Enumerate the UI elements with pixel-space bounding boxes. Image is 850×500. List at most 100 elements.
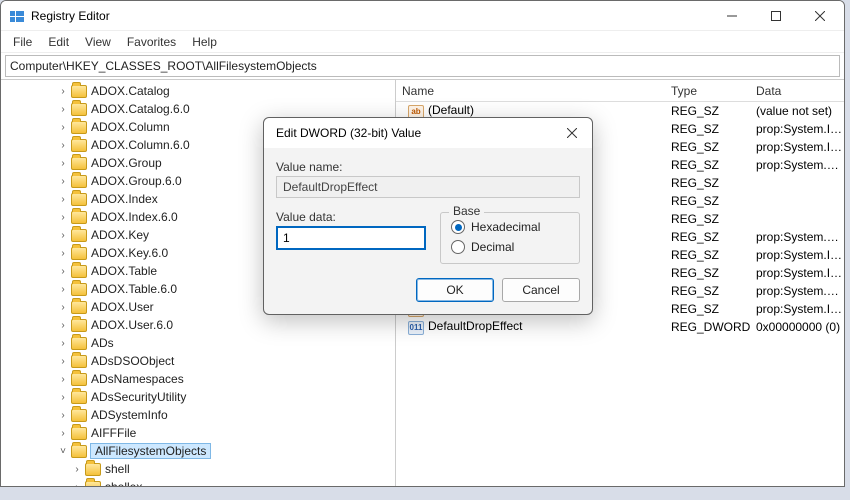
radio-decimal[interactable]: Decimal	[451, 237, 569, 257]
chevron-right-icon[interactable]: ›	[57, 139, 69, 151]
chevron-right-icon[interactable]: ›	[57, 265, 69, 277]
chevron-right-icon[interactable]: ›	[57, 427, 69, 439]
chevron-right-icon[interactable]: ›	[57, 355, 69, 367]
value-data: prop:System.Date...	[756, 230, 844, 244]
folder-icon	[71, 229, 87, 242]
tree-item[interactable]: › ADOX.Catalog	[1, 82, 395, 100]
tree-label: ADsDSOObject	[91, 354, 174, 368]
value-type: REG_SZ	[671, 104, 756, 118]
chevron-right-icon[interactable]: ›	[57, 283, 69, 295]
chevron-right-icon[interactable]: ›	[57, 319, 69, 331]
chevron-right-icon[interactable]: ›	[57, 229, 69, 241]
value-name: (Default)	[428, 103, 474, 117]
menu-favorites[interactable]: Favorites	[119, 33, 184, 51]
tree-item[interactable]: ›AIFFFile	[1, 424, 395, 442]
minimize-button[interactable]	[710, 1, 754, 31]
menu-file[interactable]: File	[5, 33, 40, 51]
value-name-label: Value name:	[276, 160, 580, 174]
chevron-right-icon[interactable]: ›	[57, 103, 69, 115]
folder-icon	[71, 301, 87, 314]
tree-label: ADOX.Column.6.0	[91, 138, 190, 152]
value-type: REG_DWORD	[671, 320, 756, 334]
chevron-right-icon[interactable]: ›	[57, 373, 69, 385]
value-data: prop:System.Item...	[756, 302, 844, 316]
chevron-down-icon[interactable]: ˅	[57, 445, 69, 457]
list-row[interactable]: 011 DefaultDropEffect REG_DWORD0x00000000 …	[396, 318, 844, 336]
menu-view[interactable]: View	[77, 33, 119, 51]
chevron-right-icon[interactable]: ›	[57, 391, 69, 403]
tree-item[interactable]: › ADs	[1, 334, 395, 352]
folder-icon	[85, 463, 101, 476]
address-bar[interactable]: Computer\HKEY_CLASSES_ROOT\AllFilesystem…	[5, 55, 840, 77]
value-data: prop:System.ItemE...	[756, 266, 844, 280]
value-data-input[interactable]	[276, 226, 426, 250]
binary-value-icon: 011	[408, 321, 424, 335]
ok-button[interactable]: OK	[416, 278, 494, 302]
value-data-label: Value data:	[276, 210, 426, 224]
chevron-right-icon[interactable]: ›	[57, 337, 69, 349]
chevron-right-icon[interactable]: ›	[57, 157, 69, 169]
value-data: prop:System.Item...	[756, 140, 844, 154]
tree-label: ADOX.Table	[91, 264, 157, 278]
chevron-right-icon[interactable]: ›	[57, 175, 69, 187]
folder-icon	[71, 85, 87, 98]
tree-label: ADOX.Index	[91, 192, 158, 206]
dec-label: Decimal	[471, 240, 514, 254]
folder-icon	[71, 211, 87, 224]
menu-edit[interactable]: Edit	[40, 33, 77, 51]
value-name-field: DefaultDropEffect	[276, 176, 580, 198]
titlebar: Registry Editor	[1, 1, 844, 31]
menu-help[interactable]: Help	[184, 33, 225, 51]
folder-icon	[71, 355, 87, 368]
tree-label: ADs	[91, 336, 114, 350]
tree-label: shell	[105, 462, 130, 476]
value-type: REG_SZ	[671, 122, 756, 136]
folder-icon	[85, 481, 101, 487]
maximize-button[interactable]	[754, 1, 798, 31]
tree-label: ADOX.Group	[91, 156, 162, 170]
chevron-right-icon[interactable]: ›	[57, 193, 69, 205]
tree-item[interactable]: ˅AllFilesystemObjects	[1, 442, 395, 460]
folder-icon	[71, 409, 87, 422]
header-type[interactable]: Type	[671, 84, 756, 98]
chevron-right-icon[interactable]: ›	[57, 409, 69, 421]
header-name[interactable]: Name	[396, 84, 671, 98]
value-type: REG_SZ	[671, 230, 756, 244]
base-group: Base Hexadecimal Decimal	[440, 212, 580, 264]
tree-item[interactable]: ›ADSystemInfo	[1, 406, 395, 424]
chevron-right-icon[interactable]: ›	[57, 211, 69, 223]
tree-item[interactable]: › shell	[1, 460, 395, 478]
value-name: DefaultDropEffect	[428, 319, 523, 333]
tree-item[interactable]: ›ADsSecurityUtility	[1, 388, 395, 406]
cancel-button[interactable]: Cancel	[502, 278, 580, 302]
value-data: prop:System.Item...	[756, 248, 844, 262]
tree-item[interactable]: ›ADsNamespaces	[1, 370, 395, 388]
tree-item[interactable]: ›shellex	[1, 478, 395, 486]
tree-label: ADOX.Catalog	[91, 84, 170, 98]
chevron-right-icon[interactable]: ›	[57, 121, 69, 133]
radio-hexadecimal[interactable]: Hexadecimal	[451, 217, 569, 237]
chevron-right-icon[interactable]: ›	[57, 247, 69, 259]
tree-item[interactable]: ›ADOX.User.6.0	[1, 316, 395, 334]
close-button[interactable]	[798, 1, 842, 31]
tree-label: ADOX.Column	[91, 120, 170, 134]
value-type: REG_SZ	[671, 194, 756, 208]
chevron-right-icon[interactable]: ›	[71, 463, 83, 475]
folder-icon	[71, 247, 87, 260]
header-data[interactable]: Data	[756, 84, 844, 98]
value-data: prop:System.Auth...	[756, 284, 844, 298]
radio-icon	[451, 220, 465, 234]
base-legend: Base	[449, 204, 484, 218]
chevron-right-icon[interactable]: ›	[71, 481, 83, 486]
dialog-close-button[interactable]	[558, 119, 586, 147]
tree-item[interactable]: ›ADOX.Catalog.6.0	[1, 100, 395, 118]
tree-item[interactable]: › ADsDSOObject	[1, 352, 395, 370]
folder-icon	[71, 193, 87, 206]
value-data: 0x00000000 (0)	[756, 320, 844, 334]
folder-icon	[71, 319, 87, 332]
chevron-right-icon[interactable]: ›	[57, 85, 69, 97]
chevron-right-icon[interactable]: ›	[57, 301, 69, 313]
app-icon	[9, 8, 25, 24]
value-data: (value not set)	[756, 104, 844, 118]
value-type: REG_SZ	[671, 140, 756, 154]
